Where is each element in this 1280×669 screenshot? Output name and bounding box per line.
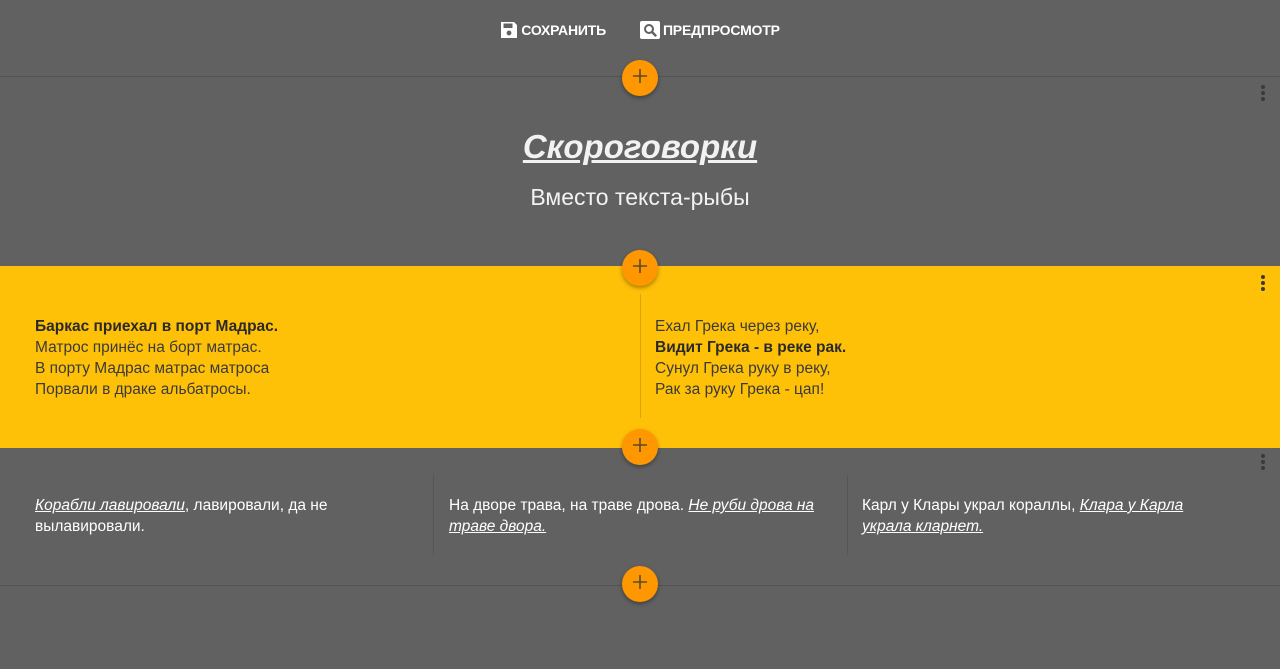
add-section-button[interactable] bbox=[622, 429, 658, 465]
more-vert-icon bbox=[1260, 274, 1266, 297]
preview-label: ПРЕДПРОСМОТР bbox=[662, 22, 780, 38]
plus-icon bbox=[632, 258, 648, 279]
cell-text: Карл у Клары украл кораллы, bbox=[862, 497, 1080, 514]
search-icon bbox=[639, 21, 660, 39]
save-button[interactable]: СОХРАНИТЬ bbox=[500, 21, 606, 39]
poem-line: Ехал Грека через реку, bbox=[655, 318, 820, 335]
column-divider bbox=[433, 475, 434, 555]
title-section bbox=[0, 77, 1280, 266]
left-poem[interactable]: Баркас приехал в порт Мадрас. Матрос при… bbox=[35, 316, 278, 400]
italic-link-text: Корабли лавировали bbox=[35, 497, 185, 514]
cell-text: На дворе трава, на траве дрова. bbox=[449, 497, 689, 514]
page-subtitle[interactable]: Вместо текста-рыбы bbox=[0, 184, 1280, 211]
column-divider bbox=[847, 475, 848, 555]
page-title[interactable]: Скороговорки bbox=[0, 128, 1280, 166]
section-menu-button[interactable] bbox=[1254, 84, 1272, 106]
add-section-button[interactable] bbox=[622, 60, 658, 96]
poem-line: Матрос принёс на борт матрас. bbox=[35, 339, 262, 356]
column-divider bbox=[640, 294, 641, 418]
add-section-button[interactable] bbox=[622, 566, 658, 602]
poem-line: Баркас приехал в порт Мадрас. bbox=[35, 318, 279, 335]
floppy-disk-icon bbox=[500, 21, 518, 39]
poem-line: Сунул Грека руку в реку, bbox=[655, 360, 831, 377]
poem-line: Рак за руку Грека - цап! bbox=[655, 381, 825, 398]
tongue-twister-cell[interactable]: Карл у Клары украл кораллы, Клара у Карл… bbox=[862, 495, 1212, 537]
more-vert-icon bbox=[1260, 453, 1266, 476]
tongue-twister-cell[interactable]: На дворе трава, на траве дрова. Не руби … bbox=[449, 495, 834, 537]
poem-line: Порвали в драке альбатросы. bbox=[35, 381, 251, 398]
right-poem[interactable]: Ехал Грека через реку, Видит Грека - в р… bbox=[655, 316, 846, 400]
section-menu-button[interactable] bbox=[1254, 274, 1272, 296]
poem-line: В порту Мадрас матрас матроса bbox=[35, 360, 270, 377]
section-menu-button[interactable] bbox=[1254, 453, 1272, 475]
plus-icon bbox=[632, 574, 648, 595]
tongue-twister-cell[interactable]: Корабли лавировали, лавировали, да не вы… bbox=[35, 495, 405, 537]
preview-button[interactable]: ПРЕДПРОСМОТР bbox=[639, 21, 780, 39]
plus-icon bbox=[632, 437, 648, 458]
more-vert-icon bbox=[1260, 84, 1266, 107]
poem-line: Видит Грека - в реке рак. bbox=[655, 339, 847, 356]
save-label: СОХРАНИТЬ bbox=[521, 22, 606, 38]
plus-icon bbox=[632, 68, 648, 89]
add-section-button[interactable] bbox=[622, 250, 658, 286]
toolbar: СОХРАНИТЬ ПРЕДПРОСМОТР bbox=[0, 0, 1280, 60]
